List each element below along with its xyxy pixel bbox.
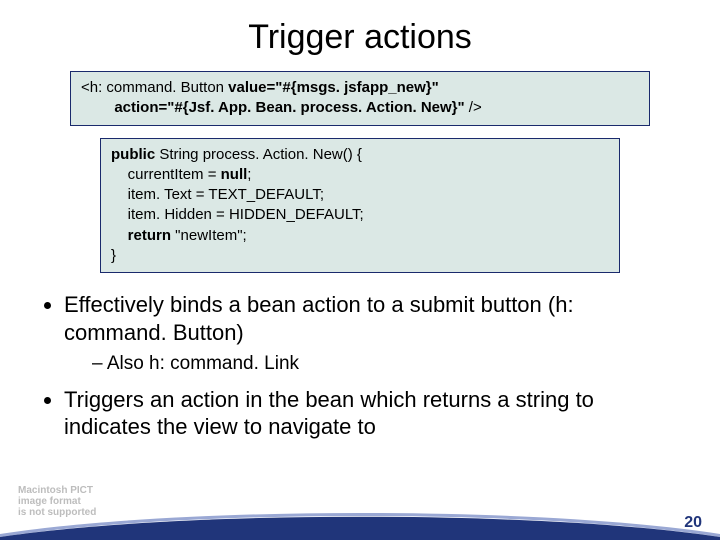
code-line: String process. Action. New() {: [155, 146, 362, 163]
code-line: "newItem";: [171, 227, 247, 244]
placeholder-line: Macintosh PICT: [18, 485, 96, 496]
code-line: [111, 227, 128, 244]
code-line: currentItem =: [111, 166, 221, 183]
bullet-text: Effectively binds a bean action to a sub…: [64, 292, 574, 345]
code-line-bold: action="#{Jsf. App. Bean. process. Actio…: [81, 99, 469, 116]
code-line: }: [111, 247, 116, 264]
code-line: ;: [247, 166, 251, 183]
code-line: item. Hidden = HIDDEN_DEFAULT;: [111, 206, 364, 223]
code-line-bold: value="#{msgs. jsfapp_new}": [228, 79, 439, 96]
code-line: />: [469, 99, 482, 116]
bullet-list: Effectively binds a bean action to a sub…: [40, 291, 680, 441]
page-number: 20: [684, 514, 702, 532]
code-block-java: public String process. Action. New() { c…: [100, 138, 620, 274]
placeholder-line: image format: [18, 496, 96, 507]
image-placeholder-note: Macintosh PICT image format is not suppo…: [18, 485, 96, 518]
keyword: public: [111, 146, 155, 163]
bullet-item: Effectively binds a bean action to a sub…: [64, 291, 680, 376]
placeholder-line: is not supported: [18, 507, 96, 518]
sub-bullet-item: Also h: command. Link: [92, 352, 680, 376]
slide: Trigger actions <h: command. Button valu…: [0, 0, 720, 540]
keyword: null: [221, 166, 248, 183]
footer-decoration: [0, 504, 720, 540]
code-block-xml: <h: command. Button value="#{msgs. jsfap…: [70, 71, 650, 126]
code-line: <h: command. Button: [81, 79, 228, 96]
slide-title: Trigger actions: [30, 18, 690, 57]
bullet-item: Triggers an action in the bean which ret…: [64, 386, 680, 441]
code-line: item. Text = TEXT_DEFAULT;: [111, 186, 324, 203]
keyword: return: [128, 227, 171, 244]
